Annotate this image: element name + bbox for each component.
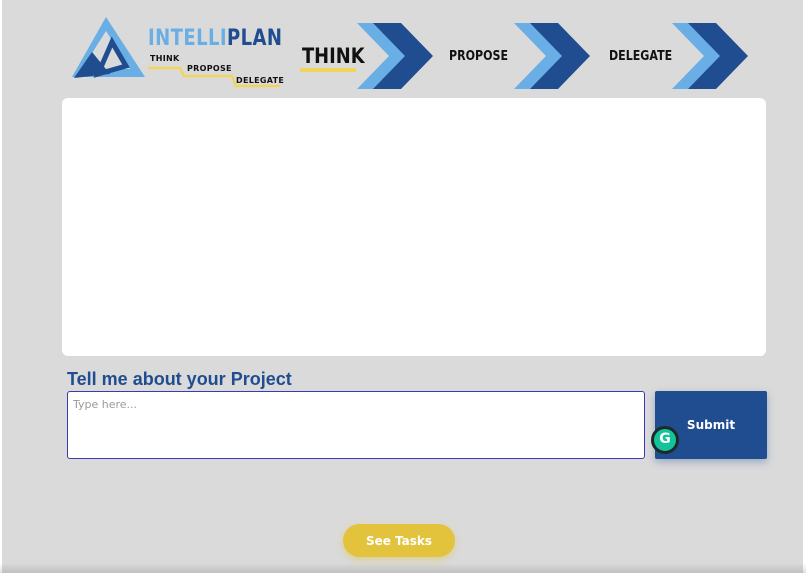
step-think: THINK [302, 44, 365, 68]
tagline-delegate: DELEGATE [236, 76, 285, 85]
step-delegate: DELEGATE [609, 49, 673, 64]
tagline-think: THINK [150, 54, 180, 63]
chevron-right-icon [514, 23, 590, 89]
page-bottom-shadow [0, 563, 806, 573]
step-propose: PROPOSE [449, 49, 509, 64]
active-step-underline [300, 68, 356, 72]
see-tasks-button[interactable]: See Tasks [343, 524, 455, 557]
triangle-logo-icon [72, 17, 145, 78]
brand-name: INTELLIPLAN [148, 26, 282, 51]
intelliplan-logo[interactable]: INTELLIPLAN THINK PROPOSE DELEGATE [70, 14, 285, 94]
brand-name-part1: INTELLI [148, 26, 228, 51]
project-prompt-label: Tell me about your Project [67, 369, 292, 389]
tagline-propose: PROPOSE [187, 64, 232, 73]
chevron-right-icon [357, 23, 433, 89]
brand-name-part2: PLAN [227, 26, 283, 51]
app-header: INTELLIPLAN THINK PROPOSE DELEGATE THINK… [0, 0, 806, 95]
response-panel [62, 98, 766, 356]
chevron-right-icon [672, 23, 748, 89]
project-description-input[interactable] [67, 391, 645, 459]
grammarly-icon[interactable]: G [651, 426, 679, 454]
